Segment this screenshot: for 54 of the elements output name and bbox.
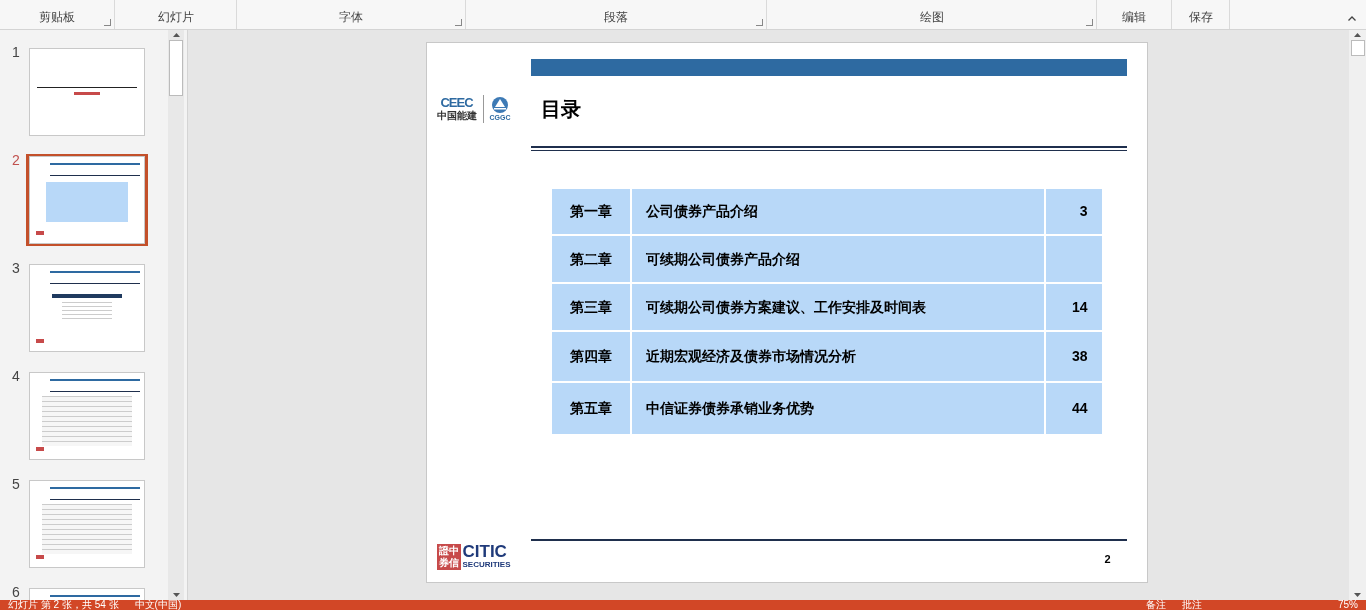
- table-cell: 3: [1045, 189, 1102, 234]
- slide-counter: 幻灯片 第 2 张，共 54 张: [8, 600, 119, 610]
- dialog-launcher-icon[interactable]: [104, 19, 111, 26]
- scroll-down-icon[interactable]: [1354, 593, 1361, 597]
- table-cell: 第三章: [551, 284, 632, 330]
- group-label: 字体: [339, 9, 363, 26]
- collapse-ribbon-icon[interactable]: [1348, 16, 1356, 21]
- slide-number[interactable]: 1: [0, 46, 26, 58]
- language-indicator[interactable]: 中文(中国): [134, 600, 182, 610]
- group-label: 编辑: [1122, 9, 1146, 26]
- table-cell: 中信证券债券承销业务优势: [631, 383, 1046, 434]
- logo-seal: 證中券信: [436, 543, 461, 570]
- slide-title: 目录: [540, 97, 581, 122]
- table-cell: 公司债券产品介绍: [631, 189, 1046, 234]
- group-label: 幻灯片: [157, 9, 194, 26]
- table-cell: 第五章: [551, 383, 632, 434]
- scroll-up-icon[interactable]: [1354, 33, 1361, 37]
- dialog-launcher-icon[interactable]: [1086, 19, 1093, 26]
- table-cell: 可续期公司债券产品介绍: [631, 236, 1046, 282]
- comments-button[interactable]: 批注: [1182, 600, 1202, 610]
- table-cell: 近期宏观经济及债券市场情况分析: [631, 332, 1046, 381]
- table-cell: 14: [1045, 284, 1102, 330]
- table-cell: 44: [1045, 383, 1102, 434]
- group-label: 保存: [1188, 9, 1213, 26]
- group-label: 绘图: [919, 9, 944, 26]
- logo-text: 中国能建: [436, 110, 477, 122]
- logo-text: CEEC: [440, 96, 473, 110]
- scrollbar[interactable]: [1349, 30, 1366, 600]
- dialog-launcher-icon[interactable]: [756, 19, 763, 26]
- dialog-launcher-icon[interactable]: [455, 19, 462, 26]
- logo-text: CITIC: [462, 543, 508, 560]
- slide-number[interactable]: 5: [0, 478, 26, 490]
- table-cell: 第二章: [551, 236, 632, 282]
- slide-number[interactable]: 6: [0, 586, 26, 598]
- notes-button[interactable]: 备注: [1146, 600, 1166, 610]
- scroll-thumb[interactable]: [1350, 40, 1365, 56]
- slide-number[interactable]: 3: [0, 262, 26, 274]
- group-label: 剪贴板: [39, 9, 75, 26]
- slide-number[interactable]: 2: [0, 154, 26, 166]
- scroll-up-icon[interactable]: [172, 33, 180, 37]
- table-cell: [1045, 236, 1102, 282]
- scroll-down-icon[interactable]: [172, 593, 180, 597]
- scroll-thumb[interactable]: [169, 40, 183, 96]
- page-number: 2: [1104, 552, 1111, 567]
- table-cell: 第一章: [551, 189, 632, 234]
- zoom-level[interactable]: 75%: [1338, 600, 1358, 610]
- scrollbar[interactable]: [168, 30, 184, 600]
- table-cell: 第四章: [551, 332, 632, 381]
- table-cell: 可续期公司债券方案建议、工作安排及时间表: [631, 284, 1046, 330]
- emblem-icon: [491, 96, 509, 114]
- slide-number[interactable]: 4: [0, 370, 26, 382]
- group-label: 段落: [604, 9, 628, 26]
- logo-text: SECURITIES: [462, 560, 511, 570]
- table-cell: 38: [1045, 332, 1102, 381]
